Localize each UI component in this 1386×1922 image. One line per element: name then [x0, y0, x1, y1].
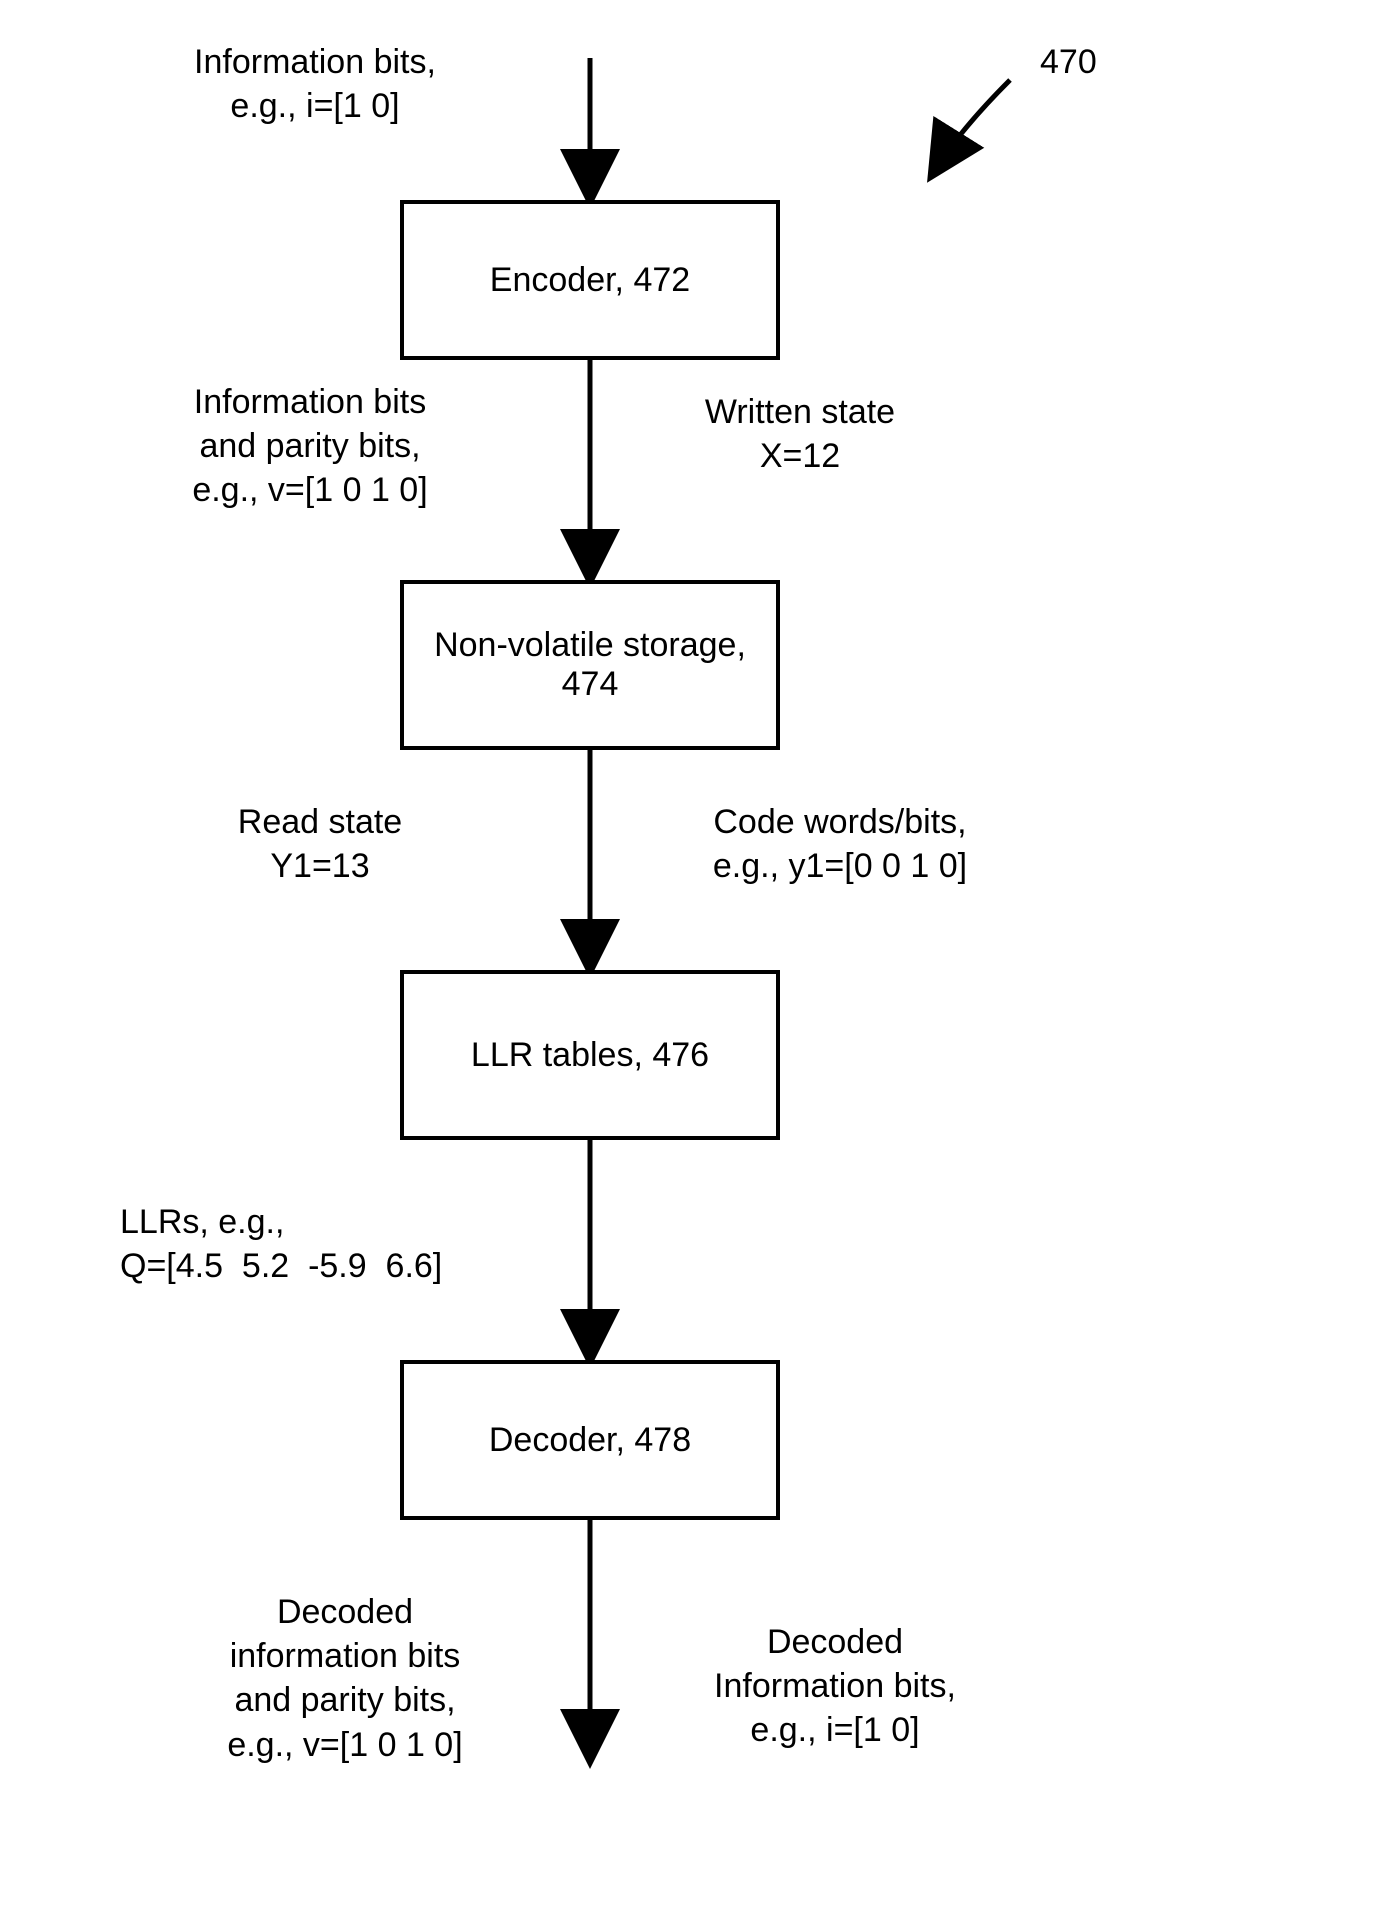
llr-box: LLR tables, 476: [400, 970, 780, 1140]
input-label: Information bits, e.g., i=[1 0]: [150, 40, 480, 128]
flow-diagram: 470 Information bits, e.g., i=[1 0] Enco…: [40, 40, 1346, 1882]
figure-ref-label: 470: [1040, 40, 1097, 84]
output-left-label: Decoded information bits and parity bits…: [160, 1590, 530, 1767]
encoder-box-text: Encoder, 472: [490, 261, 690, 300]
output-right-label: Decoded Information bits, e.g., i=[1 0]: [650, 1620, 1020, 1753]
storage-llr-right-label: Code words/bits, e.g., y1=[0 0 1 0]: [640, 800, 1040, 888]
llr-decoder-left-label: LLRs, e.g., Q=[4.5 5.2 -5.9 6.6]: [120, 1200, 590, 1288]
enc-storage-right-label: Written state X=12: [640, 390, 960, 478]
storage-llr-left-label: Read state Y1=13: [170, 800, 470, 888]
decoder-box: Decoder, 478: [400, 1360, 780, 1520]
enc-storage-left-label: Information bits and parity bits, e.g., …: [130, 380, 490, 513]
storage-box-text: Non-volatile storage, 474: [414, 626, 766, 704]
decoder-box-text: Decoder, 478: [489, 1421, 691, 1460]
llr-box-text: LLR tables, 476: [471, 1036, 709, 1075]
encoder-box: Encoder, 472: [400, 200, 780, 360]
storage-box: Non-volatile storage, 474: [400, 580, 780, 750]
